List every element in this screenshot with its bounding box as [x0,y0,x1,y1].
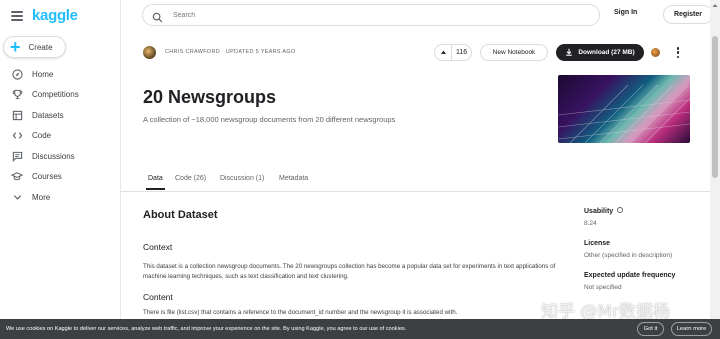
code-icon [11,130,23,142]
table-icon [11,109,23,121]
sidebar-item-label: Datasets [32,110,64,120]
usability-label: Usability [584,207,624,215]
sidebar-item-label: Competitions [32,90,79,100]
update-frequency-label: Expected update frequency [584,272,676,279]
got-it-button[interactable]: Got it [637,322,664,336]
info-icon[interactable] [617,207,624,214]
search-bar[interactable] [142,4,600,26]
dataset-cover-image [558,75,690,143]
sidebar-nav: Home Competitions Datasets Code Discussi… [0,64,120,208]
active-tab-indicator [146,188,165,190]
dataset-byline: CHRIS CRAWFORD · UPDATED 5 YEARS AGO [165,49,296,55]
author-avatar[interactable] [143,46,156,59]
graduation-cap-icon [11,171,23,183]
content-paragraph: There is file (list.csv) that contains a… [143,309,458,316]
sidebar-item-competitions[interactable]: Competitions [0,85,120,106]
sidebar: kaggle + Create Home Competitions Datase… [0,0,121,339]
chevron-down-icon [11,191,23,203]
sidebar-item-label: More [32,192,51,202]
page-scrollbar[interactable] [710,0,720,339]
license-value: Other (specified in description) [584,252,673,259]
plus-icon: + [10,37,21,57]
context-heading: Context [143,242,173,252]
tab-discussion[interactable]: Discussion (1) [220,175,264,182]
sidebar-item-home[interactable]: Home [0,64,120,85]
download-button[interactable]: Download (27 MB) [556,44,644,61]
download-label: Download (27 MB) [578,49,635,56]
search-input[interactable] [171,10,551,20]
sidebar-item-label: Discussions [32,151,75,161]
download-icon [565,48,573,58]
more-options-icon[interactable] [674,46,682,59]
sidebar-item-label: Home [32,69,54,79]
trophy-icon [11,89,23,101]
sidebar-item-more[interactable]: More [0,187,120,208]
about-heading: About Dataset [143,209,218,221]
sidebar-item-label: Courses [32,172,62,182]
search-icon [152,10,163,22]
collaborator-avatar[interactable] [651,48,660,57]
create-button[interactable]: + Create [3,36,66,58]
context-paragraph: This dataset is a collection newsgroup d… [143,263,556,280]
learn-more-button[interactable]: Learn more [671,322,712,336]
kaggle-logo[interactable]: kaggle [32,7,78,24]
comment-icon [11,150,23,162]
create-label: Create [28,42,53,52]
update-frequency-value: Not specified [584,284,622,291]
usability-label-text: Usability [584,208,614,215]
sidebar-item-datasets[interactable]: Datasets [0,105,120,126]
arrow-up-icon [435,45,452,60]
tab-code[interactable]: Code (26) [175,175,206,182]
dataset-title: 20 Newsgroups [143,87,277,107]
register-button[interactable]: Register [663,5,713,24]
content-heading: Content [143,292,173,302]
new-notebook-button[interactable]: New Notebook [480,44,548,61]
sidebar-item-code[interactable]: Code [0,126,120,147]
sidebar-item-label: Code [32,131,52,141]
scrollbar-thumb[interactable] [712,36,718,178]
license-label: License [584,240,611,247]
usability-value: 8.24 [584,220,597,227]
compass-icon [11,68,23,80]
dataset-tabs: Data Code (26) Discussion (1) Metadata [121,171,720,192]
sidebar-item-courses[interactable]: Courses [0,167,120,188]
upvote-button[interactable]: 116 [434,44,472,61]
cookie-text: We use cookies on Kaggle to deliver our … [6,326,407,332]
scroll-up-icon[interactable] [710,0,720,10]
cookie-banner: We use cookies on Kaggle to deliver our … [0,319,720,339]
sign-in-button[interactable]: Sign In [614,9,637,16]
dataset-subtitle: A collection of ~18,000 newsgroup docume… [143,115,396,124]
sidebar-item-discussions[interactable]: Discussions [0,146,120,167]
tab-metadata[interactable]: Metadata [279,175,308,182]
vote-count: 116 [456,49,468,56]
tab-data[interactable]: Data [148,175,163,182]
menu-icon[interactable] [11,11,23,21]
